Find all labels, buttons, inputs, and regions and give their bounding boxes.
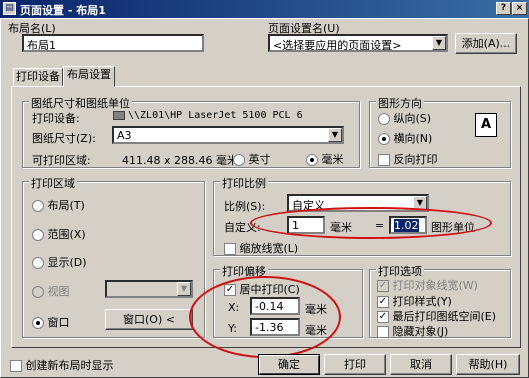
checkbox-plot-lineweights[interactable]: ✓ 打印对象线宽(W)	[377, 277, 478, 293]
help-title-button[interactable]: ?	[496, 2, 511, 15]
radio-view-label: 视图	[47, 285, 70, 298]
radio-inches-indicator[interactable]	[233, 154, 245, 166]
page-setup-name-select[interactable]: <选择要应用的页面设置> ▼	[268, 34, 448, 52]
radio-extents[interactable]: 范围(X)	[32, 226, 86, 242]
checkbox-reverse-box[interactable]	[378, 154, 390, 166]
orientation-preview-letter: A	[480, 117, 492, 132]
radio-portrait-label: 纵向(S)	[393, 112, 432, 125]
radio-mm-label: 毫米	[321, 153, 344, 166]
radio-view-indicator[interactable]	[32, 286, 44, 298]
checkbox-paperspace-last-box[interactable]: ✓	[377, 311, 389, 323]
close-icon[interactable]: ×	[512, 2, 527, 15]
radio-window-indicator[interactable]	[32, 317, 44, 329]
layout-name-input[interactable]: 布局1	[22, 34, 204, 52]
paper-size-label: 图纸尺寸(Z):	[32, 132, 96, 145]
checkbox-show-on-new-layout-label: 创建新布局时显示	[25, 359, 114, 372]
tab-layout-settings[interactable]: 布局设置	[63, 66, 115, 87]
radio-extents-label: 范围(X)	[47, 228, 86, 241]
radio-layout[interactable]: 布局(T)	[32, 197, 85, 213]
radio-layout-indicator[interactable]	[32, 200, 44, 212]
checkbox-hide-objects-box[interactable]	[377, 326, 389, 338]
checkbox-scale-lineweights[interactable]: 缩放线宽(L)	[224, 240, 298, 256]
radio-display[interactable]: 显示(D)	[32, 254, 87, 270]
printable-area-value: 411.48 x 288.46 毫米	[122, 154, 238, 167]
paper-size-select[interactable]: A3 ▼	[112, 126, 344, 144]
tab-plot-device[interactable]: 打印设备	[13, 68, 63, 86]
radio-inches-label: 英寸	[248, 153, 271, 166]
print-area-group-title: 打印区域	[29, 175, 77, 191]
chevron-down-icon[interactable]: ▼	[432, 36, 446, 50]
radio-landscape[interactable]: 横向(N)	[378, 130, 432, 146]
checkbox-reverse-label: 反向打印	[393, 153, 438, 166]
chevron-down-icon[interactable]: ▼	[328, 128, 342, 142]
add-page-setup-button[interactable]: 添加(A)...	[455, 33, 517, 54]
print-button[interactable]: 打印	[324, 354, 386, 375]
checkbox-plot-lineweights-box[interactable]: ✓	[377, 280, 389, 292]
annotation-oval-offset	[189, 276, 341, 358]
plot-device-label: 打印设备:	[32, 112, 80, 125]
checkbox-scale-lineweights-box[interactable]	[224, 243, 236, 255]
ok-button[interactable]: 确定	[258, 354, 320, 375]
plot-device-value: \\ZL01\HP LaserJet 5100 PCL 6	[128, 110, 303, 121]
checkbox-show-on-new-layout[interactable]: 创建新布局时显示	[10, 357, 114, 373]
help-button[interactable]: 帮助(H)	[456, 354, 520, 375]
radio-mm[interactable]: 毫米	[306, 151, 344, 167]
checkbox-hide-objects-label: 隐藏对象(J)	[392, 325, 449, 338]
radio-display-indicator[interactable]	[32, 257, 44, 269]
radio-window-label: 窗口	[47, 316, 70, 329]
checkbox-plot-styles-label: 打印样式(Y)	[392, 295, 452, 308]
orientation-preview-icon: A	[475, 113, 497, 137]
title-bar[interactable]: ▤ 页面设置 - 布局1 ? ×	[0, 0, 529, 18]
checkbox-paperspace-last[interactable]: ✓ 最后打印图纸空间(E)	[377, 308, 496, 324]
radio-extents-indicator[interactable]	[32, 229, 44, 241]
checkbox-plot-styles[interactable]: ✓ 打印样式(Y)	[377, 293, 452, 309]
printable-area-label: 可打印区域:	[32, 154, 91, 167]
window-title: 页面设置 - 布局1	[20, 4, 106, 17]
app-icon: ▤	[3, 2, 16, 15]
radio-window[interactable]: 窗口	[32, 314, 70, 330]
radio-inches[interactable]: 英寸	[233, 151, 271, 167]
plot-scale-group-title: 打印比例	[220, 175, 268, 191]
paper-size-group-title: 图纸尺寸和图纸单位	[29, 95, 132, 111]
radio-layout-label: 布局(T)	[47, 199, 85, 212]
checkbox-plot-lineweights-label: 打印对象线宽(W)	[392, 279, 478, 292]
checkbox-scale-lineweights-label: 缩放线宽(L)	[239, 242, 299, 255]
orientation-group-title: 图形方向	[376, 95, 424, 111]
checkbox-hide-objects[interactable]: 隐藏对象(J)	[377, 323, 448, 339]
radio-landscape-label: 横向(N)	[393, 132, 433, 145]
radio-landscape-indicator[interactable]	[378, 133, 390, 145]
printer-icon	[113, 111, 125, 120]
checkbox-plot-styles-box[interactable]: ✓	[377, 296, 389, 308]
checkbox-show-on-new-layout-box[interactable]	[10, 360, 22, 372]
view-select[interactable]: ▼	[105, 280, 193, 298]
annotation-oval-scale	[250, 207, 492, 239]
chevron-down-icon[interactable]: ▼	[177, 282, 191, 296]
checkbox-reverse[interactable]: 反向打印	[378, 151, 438, 167]
page-setup-name-value: <选择要应用的页面设置>	[273, 39, 402, 52]
scale-label: 比例(S):	[224, 200, 266, 213]
radio-view[interactable]: 视图	[32, 283, 70, 299]
radio-mm-indicator[interactable]	[306, 154, 318, 166]
radio-display-label: 显示(D)	[47, 256, 87, 269]
radio-portrait-indicator[interactable]	[378, 113, 390, 125]
cancel-button[interactable]: 取消	[390, 354, 452, 375]
radio-portrait[interactable]: 纵向(S)	[378, 110, 431, 126]
paper-size-value: A3	[117, 129, 132, 142]
checkbox-paperspace-last-label: 最后打印图纸空间(E)	[392, 310, 497, 323]
window-pick-button[interactable]: 窗口(O) <	[105, 309, 193, 330]
